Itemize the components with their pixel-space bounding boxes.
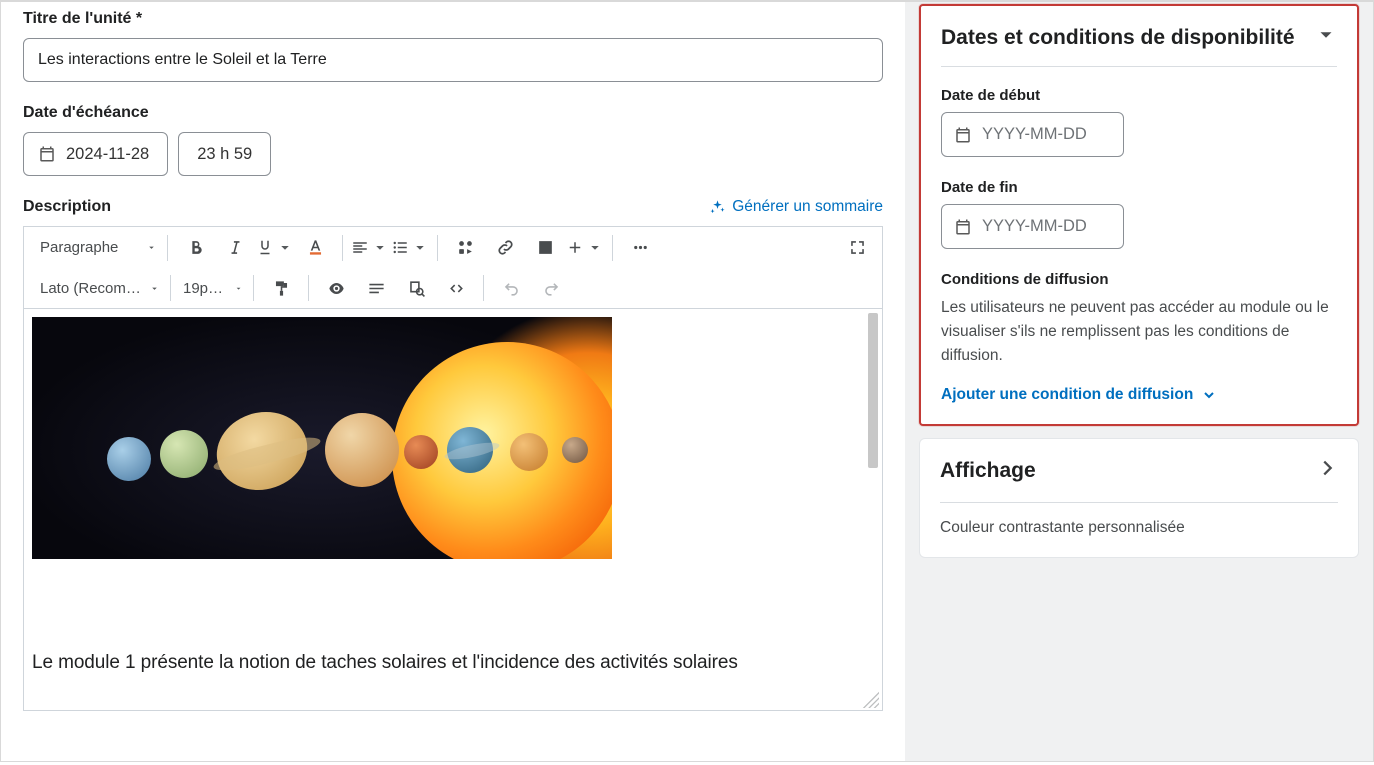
- bold-button[interactable]: [176, 231, 214, 265]
- align-button[interactable]: [351, 231, 389, 265]
- chevron-down-icon: [1201, 387, 1217, 403]
- due-time-value: 23 h 59: [197, 145, 252, 164]
- caret-down-icon[interactable]: [1315, 24, 1337, 46]
- calendar-icon: [954, 218, 972, 236]
- redo-button[interactable]: [532, 271, 570, 305]
- due-time-picker[interactable]: 23 h 59: [178, 132, 271, 176]
- insert-more-button[interactable]: [566, 231, 604, 265]
- chevron-down-icon: [276, 238, 294, 257]
- description-body-text[interactable]: Le module 1 présente la notion de taches…: [32, 649, 870, 677]
- chevron-down-icon: [371, 238, 389, 257]
- chevron-down-icon: [586, 238, 604, 257]
- description-label: Description: [23, 198, 111, 216]
- release-conditions-text: Les utilisateurs ne peuvent pas accéder …: [941, 296, 1337, 368]
- chevron-down-icon: [146, 242, 157, 253]
- release-conditions-heading: Conditions de diffusion: [941, 271, 1337, 288]
- insert-link-button[interactable]: [486, 231, 524, 265]
- calendar-icon: [38, 145, 56, 163]
- add-release-condition-button[interactable]: Ajouter une condition de diffusion: [941, 386, 1337, 404]
- editor-scrollbar[interactable]: [868, 313, 880, 675]
- accessibility-checker-button[interactable]: [317, 271, 355, 305]
- contrast-color-text: Couleur contrastante personnalisée: [940, 519, 1338, 537]
- due-date-label: Date d'échéance: [23, 104, 883, 122]
- font-family-dropdown[interactable]: Lato (Recom…: [30, 271, 168, 305]
- more-actions-button[interactable]: [621, 231, 659, 265]
- chevron-down-icon: [411, 238, 429, 257]
- list-button[interactable]: [391, 231, 429, 265]
- word-count-button[interactable]: [357, 271, 395, 305]
- end-date-input[interactable]: [941, 204, 1124, 249]
- due-date-value: 2024-11-28: [66, 145, 149, 164]
- end-date-label: Date de fin: [941, 179, 1337, 196]
- display-panel: Affichage Couleur contrastante personnal…: [919, 438, 1359, 557]
- sparkle-icon: [709, 199, 726, 216]
- source-code-button[interactable]: [437, 271, 475, 305]
- start-date-input[interactable]: [941, 112, 1124, 157]
- availability-panel: Dates et conditions de disponibilité Dat…: [919, 4, 1359, 426]
- block-format-dropdown[interactable]: Paragraphe: [30, 231, 165, 265]
- chevron-down-icon: [234, 283, 243, 294]
- font-size-dropdown[interactable]: 19px …: [173, 271, 251, 305]
- underline-button[interactable]: [256, 231, 294, 265]
- italic-button[interactable]: [216, 231, 254, 265]
- preview-button[interactable]: [397, 271, 435, 305]
- content-image[interactable]: [32, 317, 612, 559]
- chevron-right-icon[interactable]: [1316, 457, 1338, 479]
- description-editor[interactable]: Paragraphe: [23, 226, 883, 711]
- chevron-down-icon: [149, 283, 160, 294]
- text-color-button[interactable]: [296, 231, 334, 265]
- undo-button[interactable]: [492, 271, 530, 305]
- fullscreen-button[interactable]: [838, 231, 876, 265]
- calendar-icon: [954, 126, 972, 144]
- due-date-picker[interactable]: 2024-11-28: [23, 132, 168, 176]
- start-date-label: Date de début: [941, 87, 1337, 104]
- display-panel-title: Affichage: [940, 457, 1036, 485]
- insert-image-button[interactable]: [526, 231, 564, 265]
- unit-title-label: Titre de l'unité *: [23, 10, 883, 28]
- insert-attachment-button[interactable]: [446, 231, 484, 265]
- availability-panel-title: Dates et conditions de disponibilité: [941, 24, 1295, 52]
- resize-handle-icon[interactable]: [861, 690, 879, 708]
- generate-summary-button[interactable]: Générer un sommaire: [709, 198, 883, 216]
- unit-title-input[interactable]: [23, 38, 883, 82]
- format-painter-button[interactable]: [262, 271, 300, 305]
